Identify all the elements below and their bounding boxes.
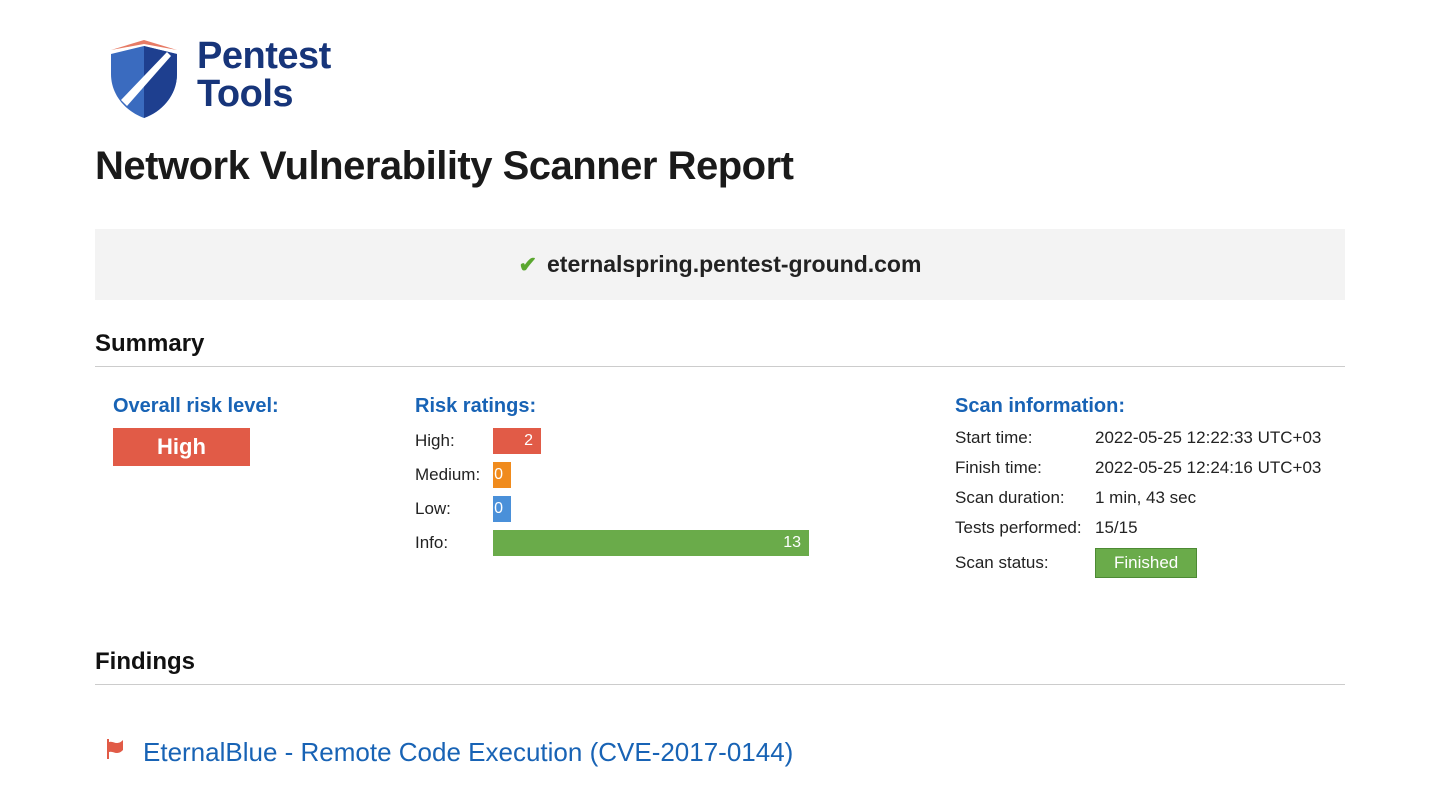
scan-value: 2022-05-25 12:24:16 UTC+03: [1095, 458, 1321, 478]
scan-row: Start time:2022-05-25 12:22:33 UTC+03: [955, 428, 1345, 448]
target-hostname: eternalspring.pentest-ground.com: [547, 251, 921, 278]
overall-risk-badge: High: [113, 428, 250, 466]
scan-row: Tests performed:15/15: [955, 518, 1345, 538]
scan-value: 2022-05-25 12:22:33 UTC+03: [1095, 428, 1321, 448]
scan-key: Finish time:: [955, 458, 1095, 478]
status-badge: Finished: [1095, 548, 1197, 578]
rating-bar: 0: [493, 496, 511, 522]
scan-info-label: Scan information:: [955, 395, 1345, 418]
brand-text: Pentest Tools: [197, 37, 331, 113]
rating-label: Info:: [415, 533, 493, 553]
rating-bar: 0: [493, 462, 511, 488]
finding-item[interactable]: EternalBlue - Remote Code Execution (CVE…: [95, 713, 1345, 768]
scan-status-key: Scan status:: [955, 553, 1095, 573]
rating-bar-wrap: 13: [493, 530, 925, 556]
flag-icon: [103, 737, 127, 768]
rating-bar-wrap: 0: [493, 462, 925, 488]
summary-grid: Overall risk level: High Risk ratings: H…: [95, 395, 1345, 588]
scan-row: Finish time:2022-05-25 12:24:16 UTC+03: [955, 458, 1345, 478]
rating-label: Medium:: [415, 465, 493, 485]
summary-heading: Summary: [95, 330, 1345, 367]
scan-row: Scan duration:1 min, 43 sec: [955, 488, 1345, 508]
overall-risk-block: Overall risk level: High: [95, 395, 405, 588]
rating-bar: 13: [493, 530, 809, 556]
brand-line1: Pentest: [197, 37, 331, 75]
rating-bar-wrap: 2: [493, 428, 925, 454]
page-title: Network Vulnerability Scanner Report: [95, 144, 1345, 189]
rating-bar: 2: [493, 428, 541, 454]
scan-value: 1 min, 43 sec: [1095, 488, 1196, 508]
findings-heading: Findings: [95, 648, 1345, 685]
scan-value: 15/15: [1095, 518, 1138, 538]
rating-row-medium: Medium:0: [415, 462, 925, 488]
scan-key: Tests performed:: [955, 518, 1095, 538]
scan-info-block: Scan information: Start time:2022-05-25 …: [935, 395, 1345, 588]
risk-ratings-block: Risk ratings: High:2Medium:0Low:0Info:13: [415, 395, 925, 588]
rating-bar-wrap: 0: [493, 496, 925, 522]
rating-row-low: Low:0: [415, 496, 925, 522]
rating-row-high: High:2: [415, 428, 925, 454]
brand-logo: Pentest Tools: [105, 30, 1345, 120]
scan-key: Start time:: [955, 428, 1095, 448]
check-icon: ✔: [519, 252, 537, 278]
rating-label: High:: [415, 431, 493, 451]
overall-risk-label: Overall risk level:: [113, 395, 405, 418]
risk-ratings-label: Risk ratings:: [415, 395, 925, 418]
brand-line2: Tools: [197, 75, 331, 113]
rating-row-info: Info:13: [415, 530, 925, 556]
finding-title: EternalBlue - Remote Code Execution (CVE…: [143, 737, 793, 768]
rating-label: Low:: [415, 499, 493, 519]
scan-status-row: Scan status:Finished: [955, 548, 1345, 578]
shield-icon: [105, 30, 183, 120]
scan-key: Scan duration:: [955, 488, 1095, 508]
target-banner: ✔ eternalspring.pentest-ground.com: [95, 229, 1345, 300]
